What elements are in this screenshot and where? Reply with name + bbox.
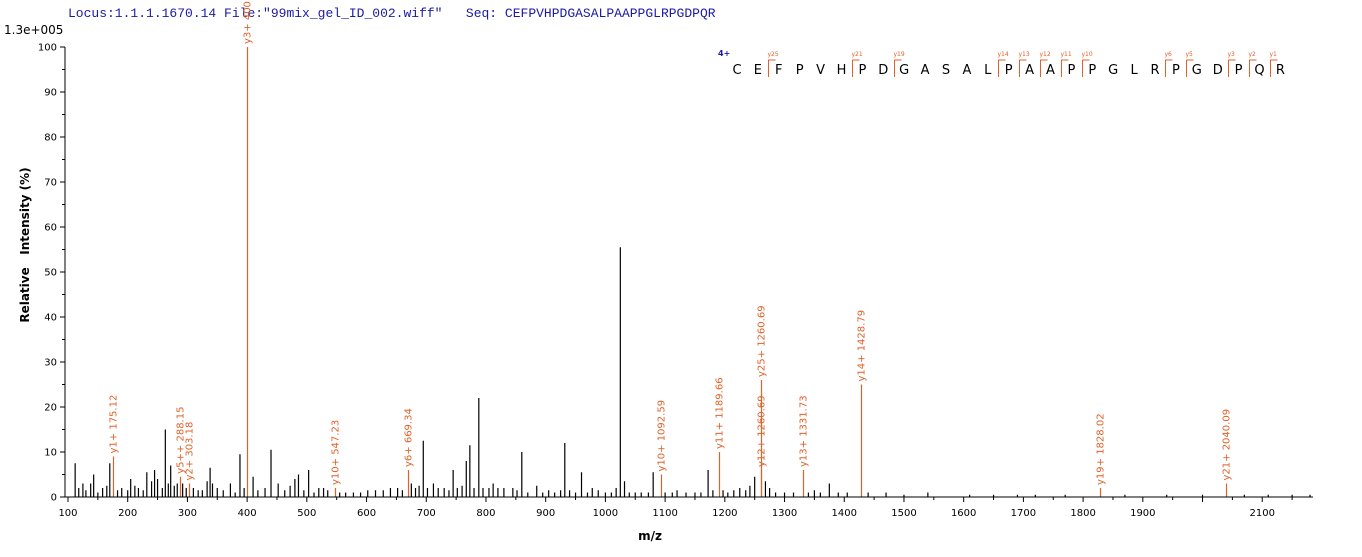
y-tick-label: 30 xyxy=(44,358,57,369)
sequence-residue: A xyxy=(921,63,930,78)
x-tick-label: 1800 xyxy=(1070,508,1095,519)
x-tick-label: 1300 xyxy=(772,508,797,519)
peak-label: y2+ 303.18 xyxy=(185,422,196,481)
y-tick-label: 100 xyxy=(38,43,57,54)
sequence-residue: L xyxy=(984,63,992,78)
sequence-residue: S xyxy=(942,63,950,78)
sequence-residue: C xyxy=(732,63,741,78)
sequence-residue: D xyxy=(1213,63,1223,78)
peaks-layer xyxy=(74,247,1311,497)
peak-label: y11+ 1189.66 xyxy=(715,377,726,449)
y-ion-label: y25 xyxy=(768,51,779,58)
y-ion-label: y10 xyxy=(1082,51,1093,58)
sequence-residue: P xyxy=(1067,63,1075,78)
y-tick-label: 90 xyxy=(44,88,57,99)
sequence-residue: G xyxy=(1192,63,1202,78)
y-ion-label: y5 xyxy=(1186,51,1194,58)
y-tick-label: 40 xyxy=(44,313,57,324)
y-ion-label: y2 xyxy=(1249,51,1257,58)
x-tick-label: 1100 xyxy=(652,508,677,519)
sequence-residue: P xyxy=(796,63,804,78)
sequence-residue: A xyxy=(1046,63,1055,78)
x-tick-label: 1600 xyxy=(951,508,976,519)
sequence-residue: F xyxy=(775,63,782,78)
peak-label: y21+ 2040.09 xyxy=(1222,409,1233,481)
peak-label: y14+ 1428.79 xyxy=(857,310,868,382)
sequence-residue: R xyxy=(1276,63,1285,78)
sequence-residue: G xyxy=(899,63,909,78)
y-ion-label: y1 xyxy=(1270,51,1278,58)
charge-state-label: 4+ xyxy=(718,49,730,58)
y-ion-label: y19 xyxy=(894,51,905,58)
x-tick-label: 1500 xyxy=(891,508,916,519)
y-tick-label: 0 xyxy=(51,493,57,504)
x-tick-label: 700 xyxy=(417,508,436,519)
y-ion-label: y21 xyxy=(852,51,863,58)
y-tick-label: 50 xyxy=(44,268,57,279)
peak-label: y19+ 1828.02 xyxy=(1096,413,1107,485)
x-tick-label: 2100 xyxy=(1250,508,1275,519)
y-ion-label: y12 xyxy=(1040,51,1051,58)
x-tick-label: 1000 xyxy=(593,508,618,519)
sequence-annotation: 4+C E F P V H P D G A S A L P A A P P G L R P G D P Q Ry25 y21 y19 y1… xyxy=(718,49,1285,78)
sequence-residue: P xyxy=(1235,63,1243,78)
y-tick-label: 20 xyxy=(44,403,57,414)
y-axis-label: Relative Intensity (%) xyxy=(18,167,32,322)
peak-label: y10+ 1092.59 xyxy=(657,400,668,472)
sequence-residue: A xyxy=(962,63,971,78)
x-tick-label: 200 xyxy=(118,508,137,519)
peak-label: y25+ 1260.69 xyxy=(757,305,768,377)
y-ion-label: y3 xyxy=(1228,51,1236,58)
annotated-peaks-layer: y1+ 175.12 y5++ 288.15y2+ 303.18y3+ 400.2… xyxy=(109,0,1233,497)
x-tick-label: 1700 xyxy=(1011,508,1036,519)
y-ion-label: y13 xyxy=(1019,51,1030,58)
ms-spectrum-chart: y1+ 175.12 y5++ 288.15y2+ 303.18y3+ 400.2… xyxy=(18,0,1313,543)
peak-label: y6+ 669.34 xyxy=(404,408,415,467)
peak-label: y13+ 1331.73 xyxy=(799,395,810,467)
x-tick-label: 900 xyxy=(536,508,555,519)
peak-label: y3+ 400.2 xyxy=(243,0,254,44)
peak-label: y10+ 547.23 xyxy=(331,420,342,485)
sequence-residue: E xyxy=(754,63,762,78)
sequence-residue: A xyxy=(1025,63,1034,78)
sequence-residue: G xyxy=(1108,63,1118,78)
sequence-residue: P xyxy=(858,63,866,78)
x-axis-label: m/z xyxy=(638,529,662,543)
y-ion-label: y14 xyxy=(998,51,1009,58)
x-tick-label: 1400 xyxy=(832,508,857,519)
x-tick-label: 1900 xyxy=(1130,508,1155,519)
sequence-residue: Q xyxy=(1254,63,1264,78)
x-tick-label: 300 xyxy=(178,508,197,519)
sequence-residue: V xyxy=(816,63,825,78)
sequence-residue: R xyxy=(1150,63,1159,78)
sequence-residue: P xyxy=(1088,63,1096,78)
y-ion-label: y11 xyxy=(1061,51,1072,58)
y-tick-label: 10 xyxy=(44,448,57,459)
y-tick-label: 80 xyxy=(44,133,57,144)
y-tick-label: 60 xyxy=(44,223,57,234)
peak-label: y1+ 175.12 xyxy=(109,395,120,454)
axes-layer: 0 10 20 30 40 50 60 70 80 90 100 100 200 300 400 500 600… xyxy=(38,43,1313,519)
x-tick-label: 400 xyxy=(238,508,257,519)
sequence-residue: P xyxy=(1005,63,1013,78)
x-tick-label: 600 xyxy=(357,508,376,519)
x-tick-label: 500 xyxy=(297,508,316,519)
y-ion-label: y6 xyxy=(1165,51,1173,58)
x-tick-label: 800 xyxy=(476,508,495,519)
x-tick-label: 100 xyxy=(58,508,77,519)
y-tick-label: 70 xyxy=(44,178,57,189)
sequence-residue: D xyxy=(878,63,888,78)
sequence-residue: P xyxy=(1172,63,1180,78)
sequence-residue: H xyxy=(837,63,847,78)
sequence-residue: L xyxy=(1130,63,1138,78)
x-tick-label: 1200 xyxy=(712,508,737,519)
